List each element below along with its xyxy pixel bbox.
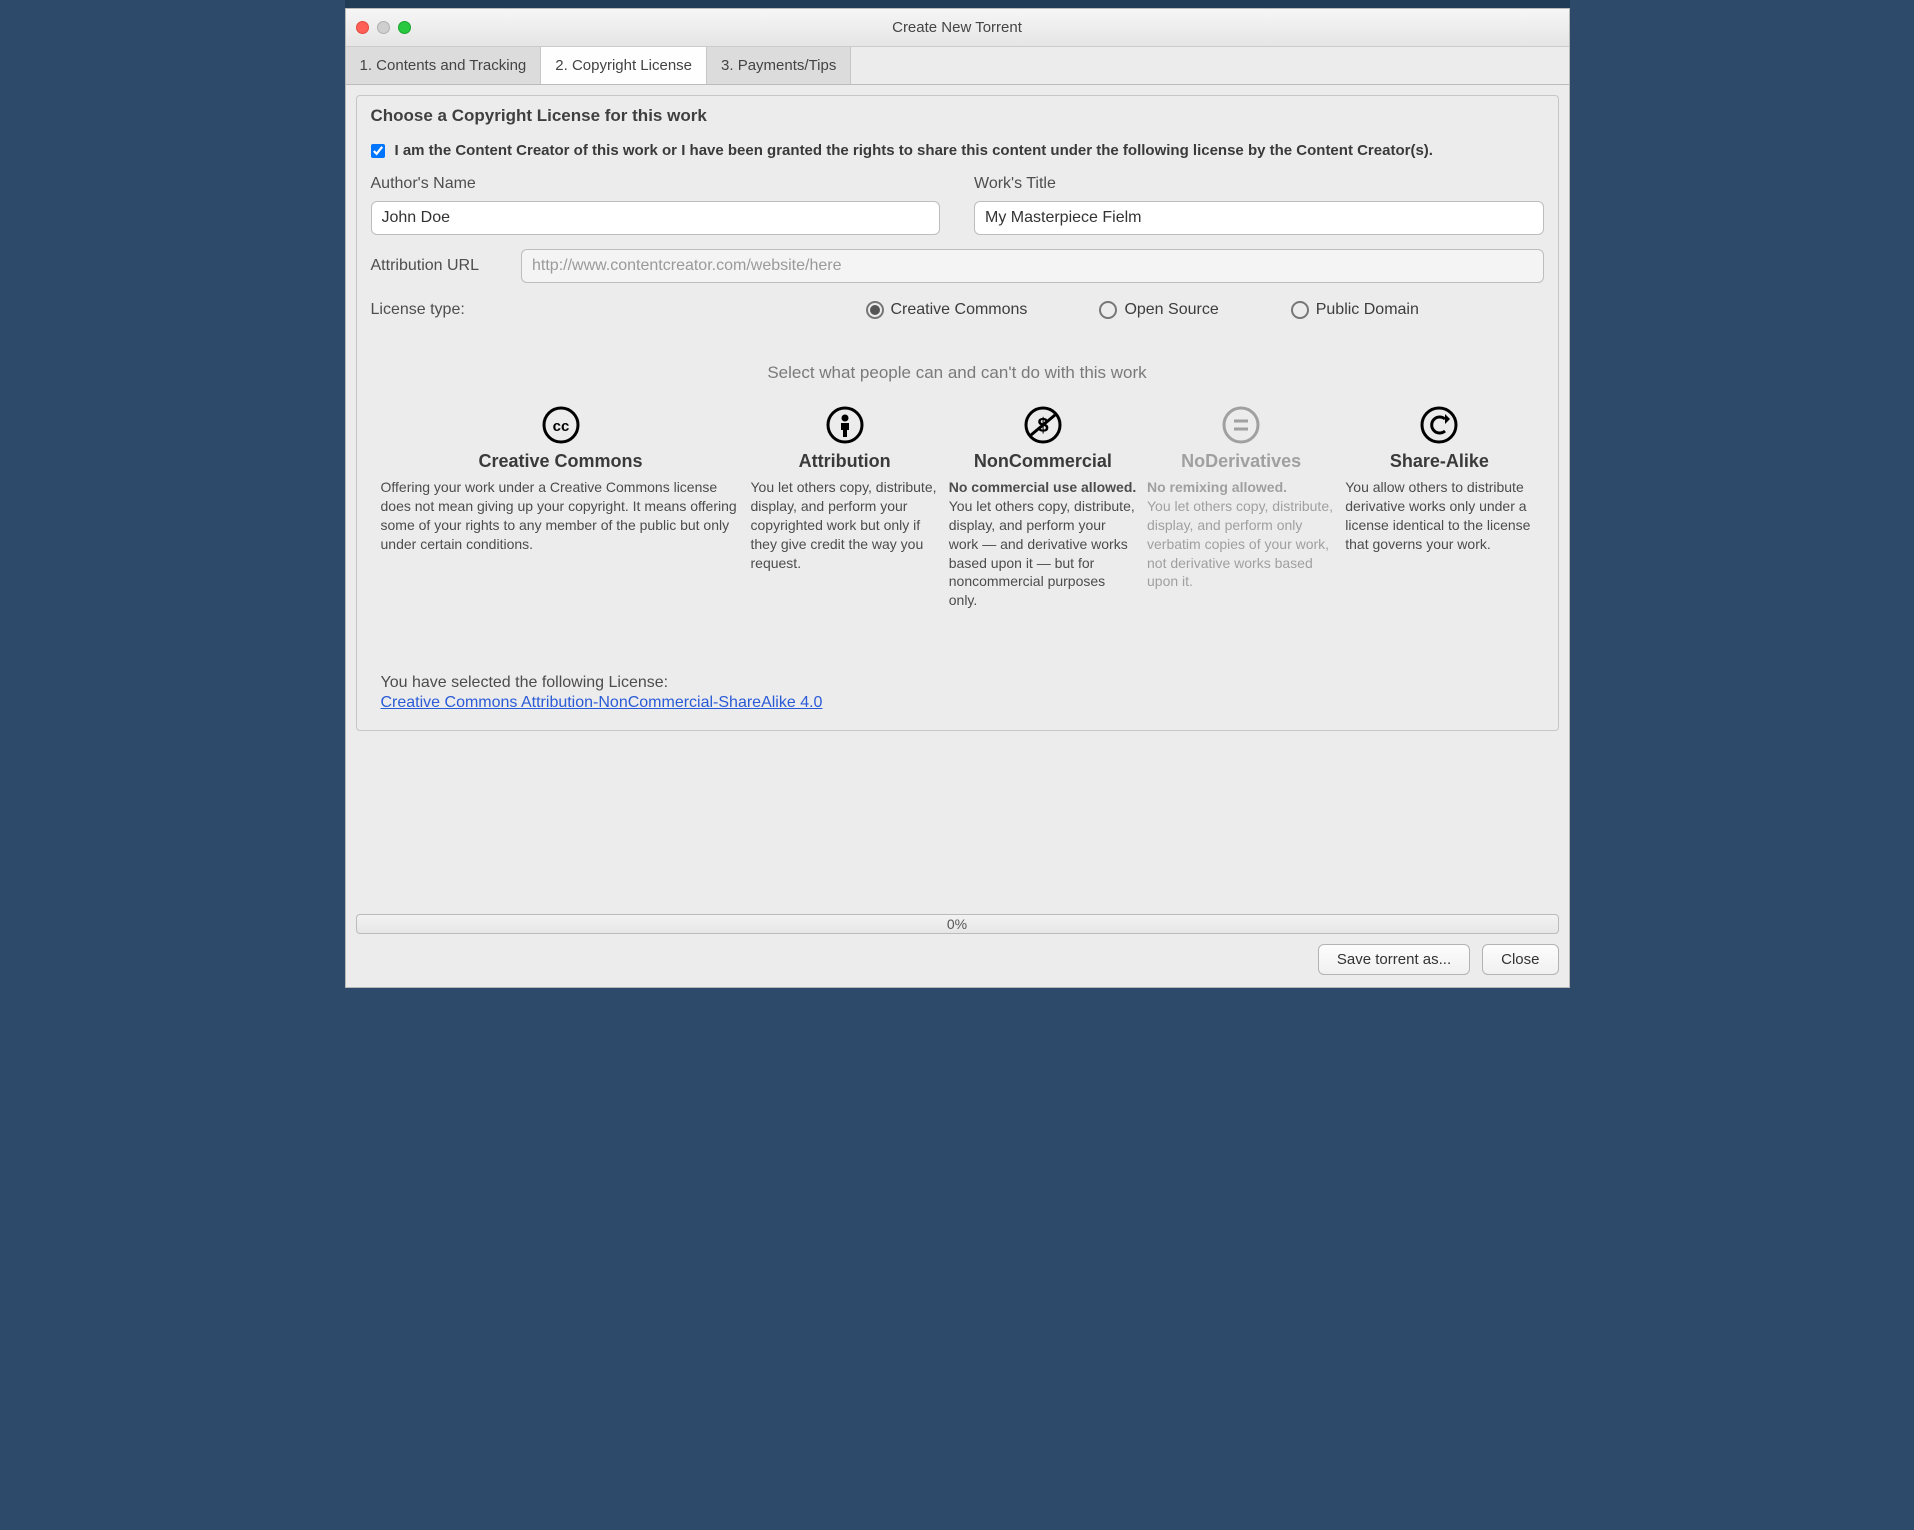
consent-checkbox[interactable] <box>371 144 385 158</box>
sharealike-desc: You allow others to distribute derivativ… <box>1345 478 1533 554</box>
cc-desc: Offering your work under a Creative Comm… <box>381 478 741 554</box>
progress-text: 0% <box>947 916 967 932</box>
section-caption: Select what people can and can't do with… <box>371 363 1544 383</box>
cc-options-grid: cc Creative Commons Offering your work u… <box>371 405 1544 610</box>
close-window-button[interactable] <box>356 21 369 34</box>
license-type-label: License type: <box>371 301 826 319</box>
sharealike-title: Share-Alike <box>1390 451 1489 472</box>
titlebar: Create New Torrent <box>346 9 1569 47</box>
selected-license-block: You have selected the following License:… <box>371 674 1544 712</box>
noncommercial-icon: $ <box>1023 405 1063 445</box>
sharealike-icon <box>1419 405 1459 445</box>
option-sharealike[interactable]: Share-Alike You allow others to distribu… <box>1345 405 1533 610</box>
save-torrent-button[interactable]: Save torrent as... <box>1318 944 1470 975</box>
license-panel: Choose a Copyright License for this work… <box>356 95 1559 731</box>
radio-dot-icon <box>866 301 884 319</box>
tab-copyright-license[interactable]: 2. Copyright License <box>541 47 707 84</box>
radio-dot-icon <box>1099 301 1117 319</box>
attribution-desc: You let others copy, distribute, display… <box>751 478 939 572</box>
consent-label: I am the Content Creator of this work or… <box>395 140 1433 161</box>
tab-contents-tracking[interactable]: 1. Contents and Tracking <box>346 47 542 84</box>
noderivatives-desc: No remixing allowed. You let others copy… <box>1147 478 1335 591</box>
noncommercial-text: You let others copy, distribute, display… <box>949 498 1135 608</box>
cc-logo-icon: cc <box>541 405 581 445</box>
option-attribution[interactable]: Attribution You let others copy, distrib… <box>751 405 939 610</box>
radio-public-domain[interactable]: Public Domain <box>1291 301 1419 319</box>
tab-payments-tips[interactable]: 3. Payments/Tips <box>707 47 851 84</box>
option-creative-commons: cc Creative Commons Offering your work u… <box>381 405 741 610</box>
radio-creative-commons[interactable]: Creative Commons <box>866 301 1028 319</box>
progress-row: 0% <box>346 906 1569 934</box>
cc-title: Creative Commons <box>478 451 642 472</box>
attribution-url-label: Attribution URL <box>371 257 480 275</box>
noderivatives-bold: No remixing allowed. <box>1147 479 1287 495</box>
panel-heading: Choose a Copyright License for this work <box>371 106 1544 136</box>
progress-bar: 0% <box>356 914 1559 934</box>
window-title: Create New Torrent <box>892 19 1022 36</box>
tab-bar: 1. Contents and Tracking 2. Copyright Li… <box>346 47 1569 85</box>
noncommercial-desc: No commercial use allowed. You let other… <box>949 478 1137 610</box>
author-name-input[interactable] <box>371 201 941 235</box>
option-noncommercial[interactable]: $ NonCommercial No commercial use allowe… <box>949 405 1137 610</box>
noncommercial-title: NonCommercial <box>974 451 1112 472</box>
traffic-lights <box>356 21 411 34</box>
radio-pd-label: Public Domain <box>1316 301 1419 319</box>
attribution-title: Attribution <box>799 451 891 472</box>
zoom-window-button[interactable] <box>398 21 411 34</box>
radio-cc-label: Creative Commons <box>891 301 1028 319</box>
footer-buttons: Save torrent as... Close <box>346 934 1569 987</box>
radio-os-label: Open Source <box>1124 301 1218 319</box>
attribution-url-input[interactable] <box>521 249 1544 283</box>
selected-license-link[interactable]: Creative Commons Attribution-NonCommerci… <box>381 694 823 711</box>
desktop-background-strip <box>345 0 1570 8</box>
minimize-window-button[interactable] <box>377 21 390 34</box>
license-radio-group: Creative Commons Open Source Public Doma… <box>866 301 1419 319</box>
attribution-icon <box>825 405 865 445</box>
name-title-row: Author's Name Work's Title <box>371 175 1544 235</box>
author-name-label: Author's Name <box>371 175 941 193</box>
close-button[interactable]: Close <box>1482 944 1558 975</box>
work-title-input[interactable] <box>974 201 1544 235</box>
option-noderivatives[interactable]: NoDerivatives No remixing allowed. You l… <box>1147 405 1335 610</box>
noncommercial-bold: No commercial use allowed. <box>949 479 1137 495</box>
attribution-url-row: Attribution URL <box>371 249 1544 283</box>
license-type-row: License type: Creative Commons Open Sour… <box>371 301 1544 319</box>
noderivatives-title: NoDerivatives <box>1181 451 1301 472</box>
radio-dot-icon <box>1291 301 1309 319</box>
dialog-window: Create New Torrent 1. Contents and Track… <box>345 8 1570 988</box>
radio-open-source[interactable]: Open Source <box>1099 301 1218 319</box>
work-title-label: Work's Title <box>974 175 1544 193</box>
noderivatives-text: You let others copy, distribute, display… <box>1147 498 1333 590</box>
svg-text:cc: cc <box>552 418 569 435</box>
consent-row: I am the Content Creator of this work or… <box>371 140 1544 161</box>
selected-license-label: You have selected the following License: <box>381 674 1544 692</box>
content-area: Choose a Copyright License for this work… <box>346 85 1569 906</box>
noderivatives-icon <box>1221 405 1261 445</box>
